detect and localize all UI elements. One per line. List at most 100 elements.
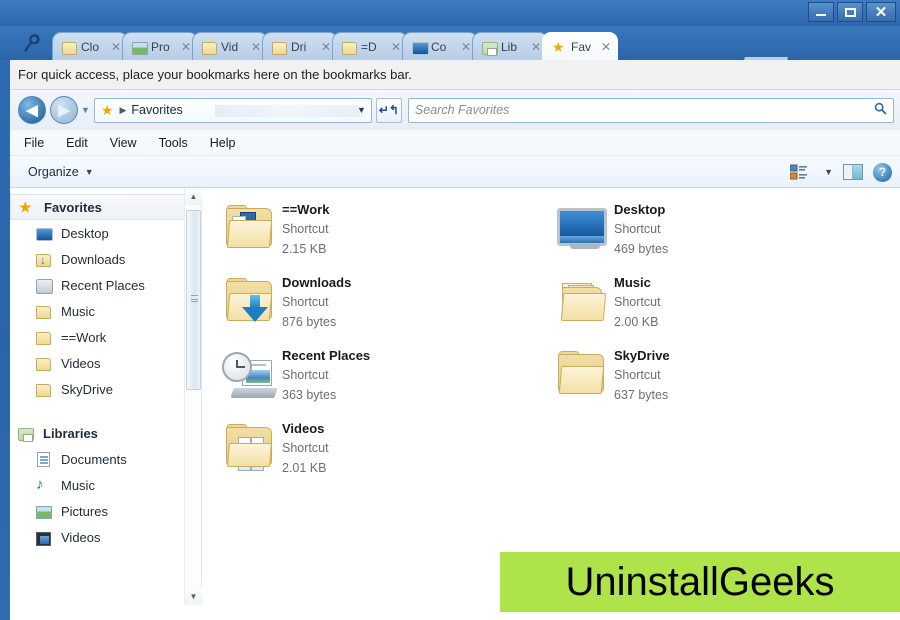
sidebar-item-label: Music (61, 477, 95, 493)
sidebar-item-skydrive[interactable]: SkyDrive (10, 376, 201, 402)
file-meta: Downloads Shortcut 876 bytes (282, 271, 351, 332)
file-type: Shortcut (282, 295, 329, 309)
sidebar-item-library-music[interactable]: ♪ Music (10, 472, 201, 498)
file-item-skydrive[interactable]: SkyDrive Shortcut 637 bytes (542, 342, 874, 415)
menu-item-help[interactable]: Help (210, 136, 236, 150)
sidebar-item-desktop[interactable]: Desktop (10, 220, 201, 246)
file-type: Shortcut (614, 295, 661, 309)
sidebar-item-videos[interactable]: Videos (10, 350, 201, 376)
window-controls: ✕ (808, 2, 896, 22)
file-type: Shortcut (614, 222, 661, 236)
minimize-button[interactable] (808, 2, 834, 22)
tab-close-icon[interactable]: ✕ (321, 40, 331, 54)
scrollbar-grip-icon (191, 295, 198, 302)
file-size: 2.15 KB (282, 242, 327, 256)
tab-dri[interactable]: Dri ✕ (262, 32, 338, 60)
tab-close-icon[interactable]: ✕ (111, 40, 121, 54)
bookmarks-bar[interactable]: For quick access, place your bookmarks h… (10, 60, 900, 90)
tab-label: Vid (221, 39, 239, 54)
forward-button[interactable]: ▶ (50, 96, 78, 124)
file-item-desktop[interactable]: Desktop Shortcut 469 bytes (542, 196, 874, 269)
libraries-icon (18, 425, 36, 442)
search-input[interactable]: Search Favorites (407, 97, 894, 123)
sidebar-item-label: SkyDrive (61, 381, 114, 397)
sidebar-item-recent-places[interactable]: Recent Places (10, 272, 201, 298)
file-list-pane[interactable]: ==Work Shortcut 2.15 KB Desktop Shortcut (202, 188, 900, 605)
menu-item-file[interactable]: File (24, 136, 44, 150)
sidebar-item-pictures[interactable]: Pictures (10, 498, 201, 524)
back-button[interactable]: ◀ (18, 96, 46, 124)
close-button[interactable]: ✕ (866, 2, 896, 22)
recent-places-icon (220, 346, 282, 402)
sidebar-item-work[interactable]: ==Work (10, 324, 201, 350)
sidebar-item-libraries[interactable]: Libraries (10, 420, 201, 446)
back-icon: ◀ (26, 102, 38, 119)
folder-icon (342, 39, 357, 55)
file-item-videos[interactable]: Videos Shortcut 2.01 KB (210, 415, 542, 488)
tab-pro[interactable]: Pro ✕ (122, 32, 198, 60)
chevron-down-icon[interactable]: ▼ (85, 167, 94, 177)
file-name: Downloads (282, 275, 352, 290)
address-row: ◀ ▶ ▼ ★ ▶ Favorites ▼ ↵↰ Search Favorite… (10, 90, 900, 130)
tab-equals-d[interactable]: =D ✕ (332, 32, 408, 60)
preview-pane-icon[interactable] (843, 164, 863, 180)
tab-close-icon[interactable]: ✕ (531, 40, 541, 54)
tab-vid[interactable]: Vid ✕ (192, 32, 268, 60)
history-dropdown-icon[interactable]: ▼ (81, 105, 90, 115)
tab-close-icon[interactable]: ✕ (181, 40, 191, 54)
sidebar-item-favorites[interactable]: ★ Favorites (10, 194, 201, 220)
file-item-downloads[interactable]: Downloads Shortcut 876 bytes (210, 269, 542, 342)
scrollbar-thumb[interactable] (186, 210, 201, 390)
wrench-icon[interactable] (16, 30, 46, 58)
tab-label: Lib (501, 39, 518, 54)
tab-lib[interactable]: Lib ✕ (472, 32, 548, 60)
file-item-music[interactable]: Music Shortcut 2.00 KB (542, 269, 874, 342)
breadcrumb-favorites[interactable]: Favorites (131, 103, 182, 117)
organize-button[interactable]: Organize (28, 165, 79, 179)
menu-item-edit[interactable]: Edit (66, 136, 88, 150)
file-item-recent-places[interactable]: Recent Places Shortcut 363 bytes (210, 342, 542, 415)
file-size: 2.01 KB (282, 461, 327, 475)
tab-fav[interactable]: ★ Fav ✕ (542, 32, 618, 60)
navigation-pane: ★ Favorites Desktop Downloads Recent Pla… (10, 188, 202, 605)
tab-list: Clo ✕ Pro ✕ Vid ✕ Dri ✕ =D ✕ Co ✕ Lib ✕ … (52, 32, 618, 60)
change-view-icon[interactable] (789, 164, 808, 180)
sidebar-item-label: ==Work (61, 329, 107, 345)
tab-co[interactable]: Co ✕ (402, 32, 478, 60)
tab-label: Pro (151, 39, 170, 54)
sidebar-item-music[interactable]: Music (10, 298, 201, 324)
scroll-down-button[interactable]: ▼ (185, 588, 202, 605)
help-icon[interactable]: ? (873, 162, 892, 182)
file-name: Recent Places (282, 348, 371, 363)
tab-close-icon[interactable]: ✕ (461, 40, 471, 54)
scroll-up-button[interactable]: ▲ (185, 188, 202, 205)
views-dropdown-icon[interactable]: ▼ (824, 167, 833, 177)
tab-clo[interactable]: Clo ✕ (52, 32, 128, 60)
folder-icon (36, 329, 54, 345)
sidebar-item-downloads[interactable]: Downloads (10, 246, 201, 272)
refresh-button[interactable]: ↵↰ (375, 97, 402, 123)
tab-strip: Clo ✕ Pro ✕ Vid ✕ Dri ✕ =D ✕ Co ✕ Lib ✕ … (0, 26, 900, 79)
sidebar-item-documents[interactable]: Documents (10, 446, 201, 472)
file-meta: SkyDrive Shortcut 637 bytes (614, 344, 670, 405)
file-name: SkyDrive (614, 348, 670, 363)
tab-close-icon[interactable]: ✕ (251, 40, 261, 54)
tab-close-icon[interactable]: ✕ (601, 40, 611, 54)
tab-close-icon[interactable]: ✕ (391, 40, 401, 54)
navigation-scrollbar[interactable]: ▲ ▼ (184, 188, 202, 605)
file-name: Desktop (614, 202, 666, 217)
menu-item-view[interactable]: View (110, 136, 137, 150)
maximize-button[interactable] (837, 2, 863, 22)
file-item-work[interactable]: ==Work Shortcut 2.15 KB (210, 196, 542, 269)
folder-icon (272, 39, 287, 55)
file-meta: Music Shortcut 2.00 KB (614, 271, 661, 332)
folder-icon (552, 346, 614, 402)
address-bar[interactable]: ★ ▶ Favorites ▼ (93, 97, 372, 123)
nav-group-favorites: ★ Favorites Desktop Downloads Recent Pla… (10, 194, 201, 402)
menu-item-tools[interactable]: Tools (159, 136, 188, 150)
folder-icon (36, 303, 54, 319)
breadcrumb-separator-icon: ▶ (119, 104, 127, 115)
chevron-down-icon[interactable]: ▼ (357, 105, 366, 115)
sidebar-item-library-videos[interactable]: Videos (10, 524, 201, 550)
sidebar-item-label: Libraries (43, 425, 98, 441)
